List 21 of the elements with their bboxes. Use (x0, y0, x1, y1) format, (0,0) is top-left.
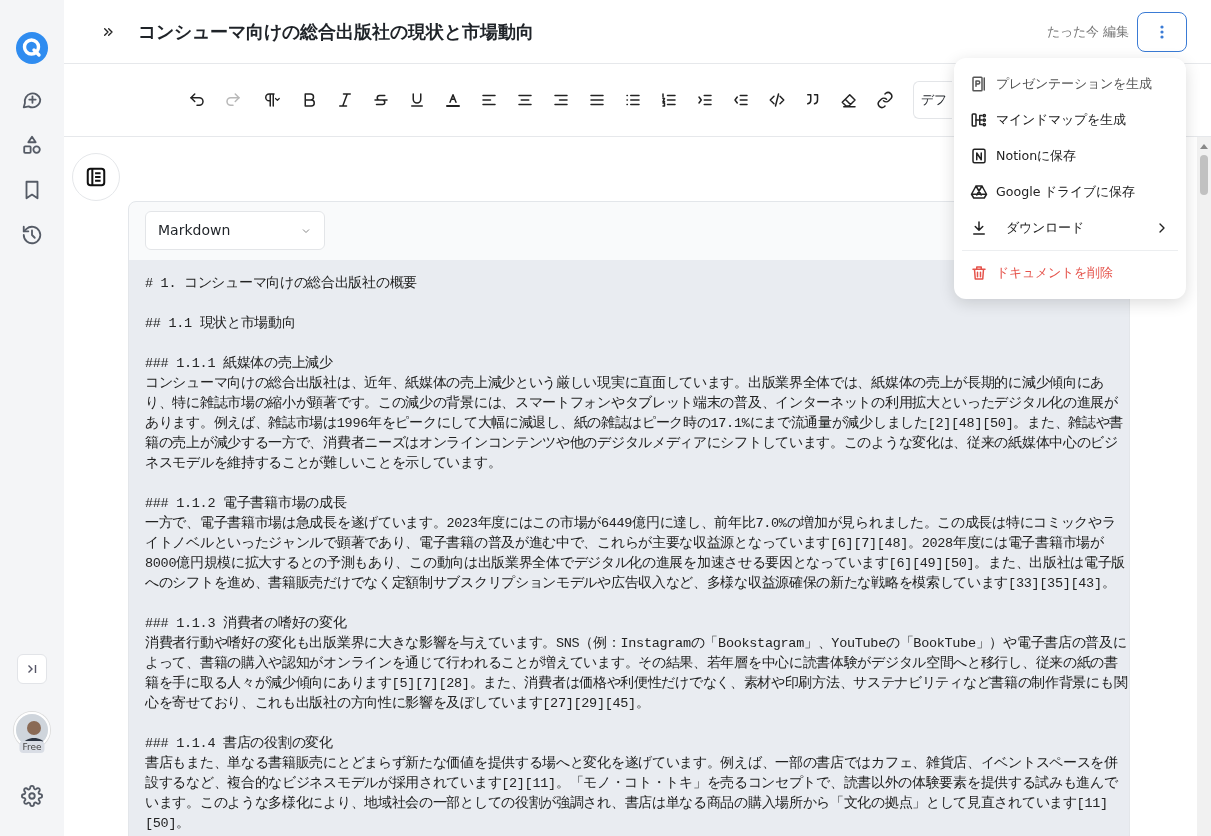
paragraph-text: 一方で、電子書籍市場は急成長を遂げています。2023年度にはこの市場が6449億円に達し、前年比7.0%の増加が見られました。この成長は特にコミックやライトノベルといったジャンルで顕著であり、電子書籍の普及が進む中で、これらが主要な収益源となっています[6][7][48]。2028年度には電子書籍市場が8000億円規模に拡大するとの予測もあり、この動向は出版業界全体でデジタル化の進展を加速させる要因となっています[6][49][50]。また、出版社は電子版へのシフトを進め、書籍販売だけでなく定額制サブスクリプションモデルや広告収入など、多様な収益源確保の新たな戦略を模索しています[33][35][43]。 (145, 514, 1127, 593)
format-dropdown[interactable]: Markdown (145, 211, 325, 250)
menu-item[interactable]: Google ドライブに保存 (962, 174, 1178, 210)
plan-badge: Free (19, 741, 45, 753)
heading-text: # 1. コンシューマ向けの総合出版社の概要 (145, 274, 417, 293)
menu-item[interactable]: マインドマップを生成 (962, 102, 1178, 138)
menu-item[interactable]: Notionに保存 (962, 138, 1178, 174)
menu-item[interactable]: プレゼンテーションを生成 (962, 66, 1178, 102)
paragraph-text: コンシューマ向けの総合出版社は、近年、紙媒体の売上減少という厳しい現実に直面しています。出版業界全体では、紙媒体の売上が長期的に減少傾向にあり、特に雑誌市場の縮小が顕著です。この減少の背景には、スマートフォンやタブレット端末の普及、インターネットの利用拡大といったデジタル化の進展があります。例えば、雑誌市場は1996年をピークにして大幅に減退し、紙の雑誌はピーク時の17.1%にまで流通量が減少しました[2][48][50]。また、雑誌や書籍の売上が減少する一方で、消費者ニーズはオンラインコンテンツや他のデジタルメディアにシフトしています。このような変化は、従来の紙媒体中心のビジネスモデルを維持することが難しいことを示しています。 (145, 374, 1125, 473)
paragraph-text: 書店もまた、単なる書籍販売にとどまらず新たな価値を提供する場へと変化を遂げています。例えば、一部の書店ではカフェ、雑貨店、イベントスペースを併設するなど、複合的なビジネスモデルが採用されています[2][11]。「モノ・コト・トキ」を売るコンセプトで、読書以外の体験要素を提供する試みも進んでいます。このような多様化により、地域社会の一部としての役割が強調され、書店は単なる商品の購入場所から「文化の拠点」として見直されています[11][50]。 (145, 754, 1119, 833)
font-dropdown[interactable]: デフ (913, 81, 952, 119)
document-title: コンシューマ向けの総合出版社の現状と市場動向 (138, 20, 534, 43)
paragraph-text: 消費者行動や嗜好の変化も出版業界に大きな影響を与えています。SNS（例：Instagramの「Bookstagram」、YouTubeの「BookTube」）や電子書店の普及によって、書籍の購入や認知がオンラインを通じて行われることが増えています。その結果、若年層を中心に読書体験がデジタル空間へと移行し、従来の紙の書籍を手に取る人々が減少傾向にあります[5][7][28]。また、消費者は価格や利便性だけでなく、素材や印刷方法、サステナビリティなど書籍の制作背景にも関心を寄せており、これも出版社の方向性に影響を及ぼしています[27][29][45]。 (145, 634, 1129, 713)
menu-item[interactable]: ドキュメントを削除 (962, 255, 1178, 291)
heading-text: ### 1.1.3 消費者の嗜好の変化 (145, 614, 347, 633)
heading-text: ### 1.1.4 書店の役割の変化 (145, 734, 333, 753)
heading-text: ### 1.1.1 紙媒体の売上減少 (145, 354, 333, 373)
heading-text: ## 1.1 現状と市場動向 (145, 314, 296, 333)
heading-text: ### 1.1.2 電子書籍市場の成長 (145, 494, 347, 513)
menu-item[interactable]: ダウンロード (962, 210, 1178, 246)
edited-time: たった今 編集 (1046, 22, 1129, 41)
